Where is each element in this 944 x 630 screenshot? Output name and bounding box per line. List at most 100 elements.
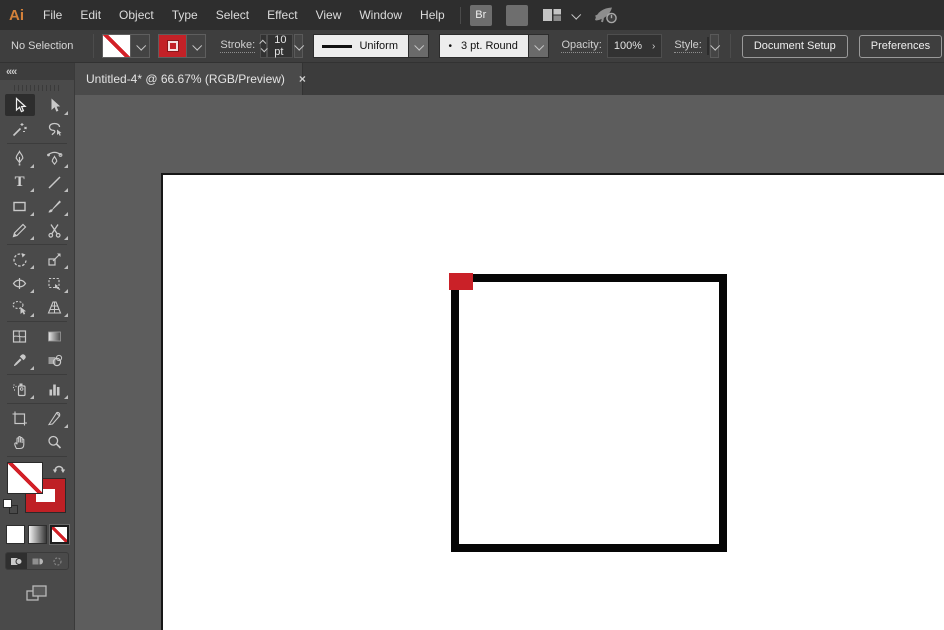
scale-tool[interactable] bbox=[39, 248, 69, 270]
draw-inside-button[interactable] bbox=[47, 553, 68, 569]
rectangle-tool[interactable] bbox=[5, 195, 35, 217]
fill-chevron-icon[interactable] bbox=[136, 40, 147, 51]
opacity-field[interactable]: 100% › bbox=[606, 34, 663, 58]
blend-tool[interactable] bbox=[39, 349, 69, 371]
tool-separator bbox=[7, 321, 67, 322]
style-swatch[interactable] bbox=[706, 37, 709, 55]
document-tab[interactable]: Untitled-4* @ 66.67% (RGB/Preview) × bbox=[75, 63, 306, 95]
symbol-sprayer-tool[interactable] bbox=[5, 378, 35, 400]
perspective-grid-tool[interactable] bbox=[39, 296, 69, 318]
menu-bar: Ai File Edit Object Type Select Effect V… bbox=[0, 0, 944, 30]
control-bar: No Selection Stroke: 10 pt Uniform • 3 p… bbox=[0, 30, 944, 63]
arrange-documents-icon[interactable] bbox=[542, 7, 562, 23]
tools-panel: «« T bbox=[0, 63, 75, 630]
width-profile-chevron-icon[interactable] bbox=[414, 40, 425, 51]
line-segment-tool[interactable] bbox=[39, 171, 69, 193]
drawing-modes bbox=[5, 552, 69, 570]
tools-panel-grip[interactable] bbox=[14, 85, 60, 91]
curvature-tool[interactable] bbox=[39, 147, 69, 169]
rotate-tool[interactable] bbox=[5, 248, 35, 270]
illustrator-logo: Ai bbox=[9, 6, 24, 24]
tool-separator bbox=[7, 456, 67, 457]
stroke-chevron-icon[interactable] bbox=[192, 40, 203, 51]
lasso-tool[interactable] bbox=[39, 118, 69, 140]
menu-effect[interactable]: Effect bbox=[258, 0, 306, 30]
zoom-tool[interactable] bbox=[39, 431, 69, 453]
tab-bar: Untitled-4* @ 66.67% (RGB/Preview) × bbox=[75, 63, 944, 95]
type-tool[interactable]: T bbox=[5, 171, 35, 193]
menu-select[interactable]: Select bbox=[207, 0, 258, 30]
magic-wand-tool[interactable] bbox=[5, 118, 35, 140]
stroke-label[interactable]: Stroke: bbox=[220, 39, 256, 53]
menu-type[interactable]: Type bbox=[163, 0, 207, 30]
swap-fill-stroke-icon[interactable] bbox=[51, 461, 69, 476]
collapse-panel-icon[interactable]: «« bbox=[6, 66, 17, 78]
brush-definition-value: 3 pt. Round bbox=[461, 40, 518, 52]
mesh-tool[interactable] bbox=[5, 325, 35, 347]
brush-chevron-icon[interactable] bbox=[534, 40, 545, 51]
artwork-rectangle[interactable] bbox=[451, 274, 727, 552]
bridge-button[interactable]: Br bbox=[469, 4, 492, 26]
pencil-tool[interactable] bbox=[5, 219, 35, 241]
style-label[interactable]: Style: bbox=[674, 39, 702, 53]
arrange-documents-chevron-icon[interactable] bbox=[570, 9, 581, 20]
draw-normal-button[interactable] bbox=[6, 553, 27, 569]
menu-file[interactable]: File bbox=[34, 0, 71, 30]
gradient-button[interactable] bbox=[27, 525, 47, 544]
control-divider bbox=[93, 34, 95, 58]
menu-edit[interactable]: Edit bbox=[71, 0, 110, 30]
menu-help[interactable]: Help bbox=[411, 0, 454, 30]
pen-tool[interactable] bbox=[5, 147, 35, 169]
artboard-tool[interactable] bbox=[5, 407, 35, 429]
canvas-pasteboard[interactable] bbox=[75, 95, 944, 630]
opacity-label[interactable]: Opacity: bbox=[561, 39, 602, 53]
stock-button[interactable] bbox=[505, 4, 528, 26]
document-setup-button[interactable]: Document Setup bbox=[741, 34, 848, 58]
column-graph-tool[interactable] bbox=[39, 378, 69, 400]
control-divider-2 bbox=[729, 34, 731, 58]
menu-object[interactable]: Object bbox=[110, 0, 163, 30]
free-transform-tool[interactable] bbox=[39, 272, 69, 294]
tool-separator bbox=[7, 143, 67, 144]
color-button[interactable] bbox=[5, 525, 25, 544]
tab-close-icon[interactable]: × bbox=[299, 72, 306, 86]
stroke-weight-stepper[interactable] bbox=[259, 34, 268, 58]
scissors-tool[interactable] bbox=[39, 219, 69, 241]
hand-tool[interactable] bbox=[5, 431, 35, 453]
fill-stroke-cluster bbox=[0, 461, 74, 519]
menu-view[interactable]: View bbox=[307, 0, 351, 30]
style-chevron-icon[interactable] bbox=[709, 34, 721, 58]
stroke-weight-field[interactable]: 10 pt bbox=[267, 34, 294, 58]
width-profile-dropdown[interactable]: Uniform bbox=[313, 34, 430, 58]
menu-window[interactable]: Window bbox=[350, 0, 411, 30]
eyedropper-tool[interactable] bbox=[5, 349, 35, 371]
slice-tool[interactable] bbox=[39, 407, 69, 429]
direct-selection-tool[interactable] bbox=[39, 94, 69, 116]
fill-color-control[interactable] bbox=[102, 34, 151, 58]
none-button[interactable] bbox=[48, 524, 70, 545]
change-screen-mode-icon[interactable] bbox=[0, 583, 74, 603]
fill-none-swatch[interactable] bbox=[103, 35, 131, 57]
document-tab-title: Untitled-4* @ 66.67% (RGB/Preview) bbox=[86, 72, 285, 86]
preferences-button[interactable]: Preferences bbox=[858, 34, 943, 58]
uniform-profile-line-icon bbox=[322, 44, 353, 48]
width-tool[interactable] bbox=[5, 272, 35, 294]
fill-swatch[interactable] bbox=[7, 462, 43, 494]
stroke-color-control[interactable] bbox=[158, 34, 207, 58]
type-tool-glyph: T bbox=[14, 173, 25, 190]
brush-definition-dropdown[interactable]: • 3 pt. Round bbox=[439, 34, 550, 58]
tools-panel-header: «« bbox=[0, 63, 74, 80]
opacity-value: 100% bbox=[613, 40, 642, 52]
stroke-red-swatch[interactable] bbox=[159, 35, 187, 57]
paintbrush-tool[interactable] bbox=[39, 195, 69, 217]
default-fill-stroke-icon[interactable] bbox=[3, 499, 18, 514]
tool-separator bbox=[7, 244, 67, 245]
opacity-submenu-arrow-icon[interactable]: › bbox=[642, 41, 655, 52]
selection-tool[interactable] bbox=[4, 94, 35, 116]
stroke-weight-chevron-icon[interactable] bbox=[294, 34, 305, 58]
draw-behind-button[interactable] bbox=[27, 553, 48, 569]
gpu-performance-icon[interactable] bbox=[593, 5, 619, 25]
shape-builder-tool[interactable] bbox=[5, 296, 35, 318]
brush-dot-icon: • bbox=[448, 40, 452, 52]
gradient-tool[interactable] bbox=[39, 325, 69, 347]
